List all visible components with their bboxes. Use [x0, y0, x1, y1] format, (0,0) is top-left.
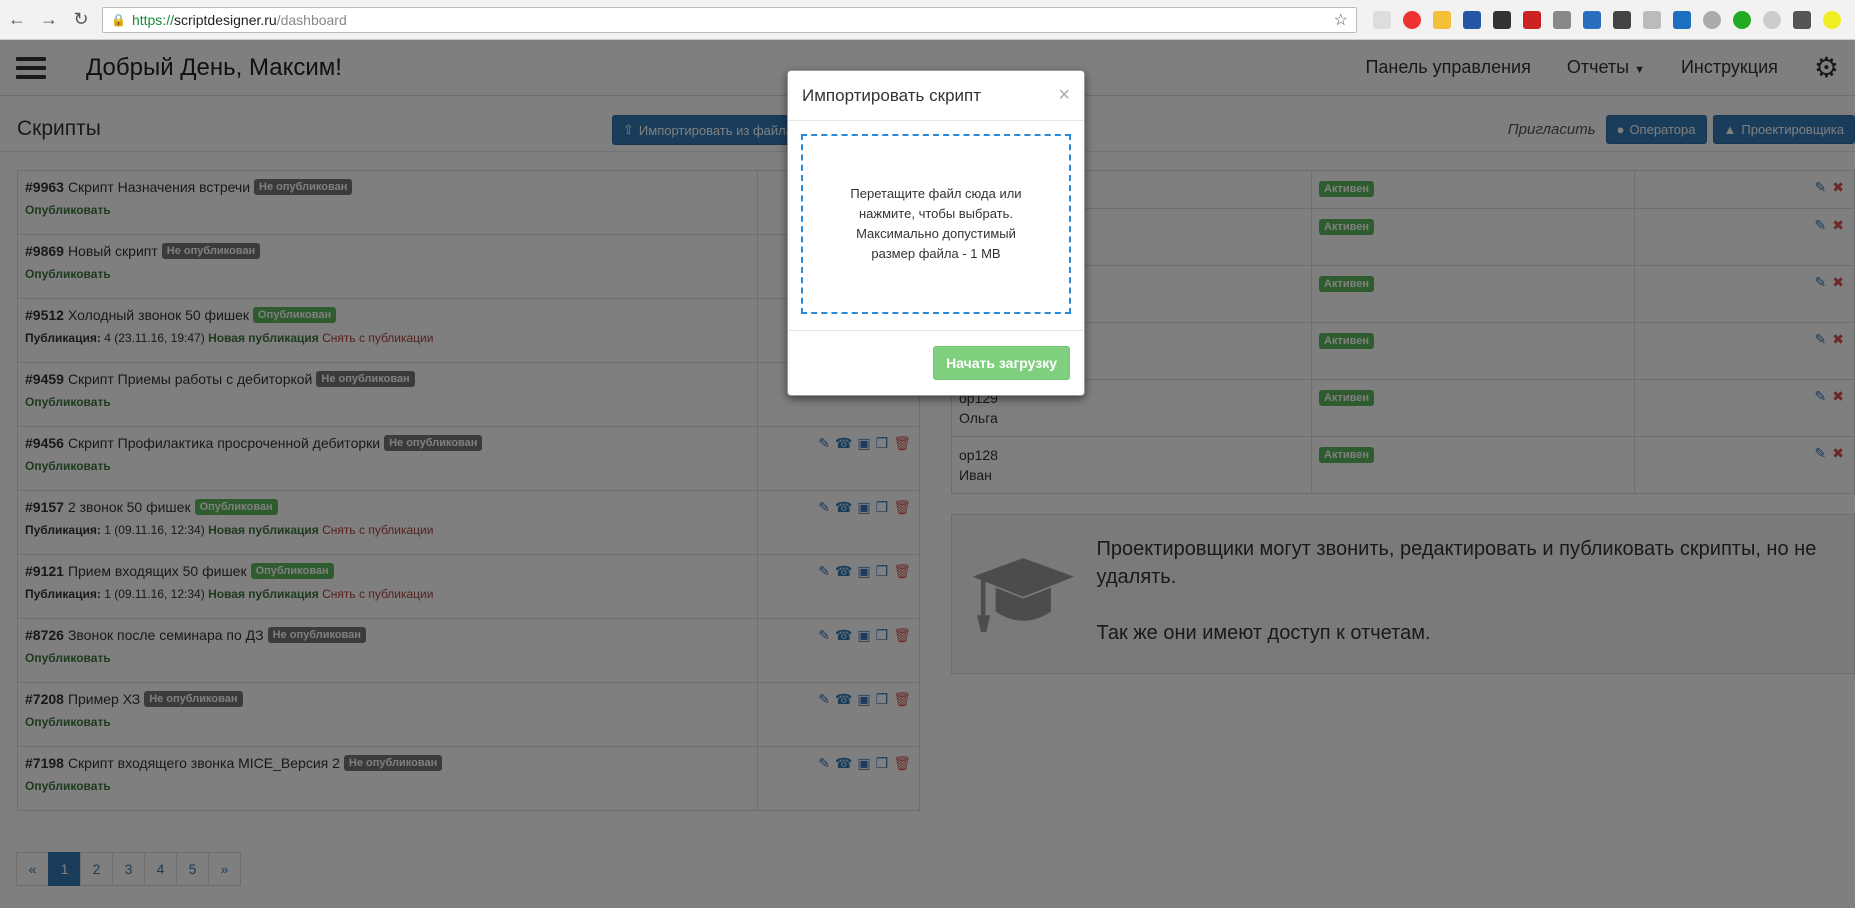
start-upload-button[interactable]: Начать загрузку	[933, 346, 1070, 380]
url-protocol: https://	[131, 11, 174, 28]
close-icon[interactable]: ×	[1058, 84, 1070, 107]
window-icon[interactable]	[1673, 10, 1691, 29]
dropzone-text: Перетащите файл сюда или нажмите, чтобы …	[850, 186, 1022, 261]
weather-icon[interactable]	[1433, 10, 1451, 29]
coin-icon[interactable]	[1823, 10, 1841, 29]
browser-toolbar: ← → ↻ 🔒 https://scriptdesigner.ru/dashbo…	[0, 0, 1855, 40]
forward-icon[interactable]: →	[38, 9, 60, 30]
url-path: /dashboard	[276, 11, 347, 28]
puzzle-icon[interactable]	[1613, 10, 1631, 29]
bookmark-star-icon[interactable]: ☆	[1334, 10, 1348, 30]
modal-header: Импортировать скрипт ×	[788, 71, 1084, 121]
modal-title: Импортировать скрипт	[802, 85, 982, 105]
grammarly-icon[interactable]	[1733, 10, 1751, 29]
modal-body: Перетащите файл сюда или нажмите, чтобы …	[788, 121, 1084, 331]
extension-icons	[1373, 10, 1841, 29]
gamepad-icon[interactable]	[1643, 10, 1661, 29]
download-icon[interactable]	[1463, 10, 1481, 29]
address-bar[interactable]: 🔒 https://scriptdesigner.ru/dashboard ☆	[102, 6, 1357, 33]
url-host: scriptdesigner.ru	[173, 11, 277, 28]
lightning-icon[interactable]	[1493, 10, 1511, 29]
back-icon[interactable]: ←	[6, 9, 28, 30]
opera-icon[interactable]	[1403, 10, 1421, 29]
extension-icon[interactable]	[1373, 10, 1391, 29]
circle-icon[interactable]	[1763, 10, 1781, 29]
wand-icon[interactable]	[1553, 10, 1571, 29]
import-script-modal: Импортировать скрипт × Перетащите файл с…	[787, 70, 1085, 396]
mail-icon[interactable]	[1523, 10, 1541, 29]
lock-icon: 🔒	[111, 12, 126, 27]
eyedropper-icon[interactable]	[1793, 10, 1811, 29]
file-dropzone[interactable]: Перетащите файл сюда или нажмите, чтобы …	[801, 134, 1071, 314]
shield-icon[interactable]	[1703, 10, 1721, 29]
extension-icon[interactable]	[1583, 10, 1601, 29]
modal-footer: Начать загрузку	[788, 331, 1084, 395]
reload-icon[interactable]: ↻	[70, 9, 92, 30]
